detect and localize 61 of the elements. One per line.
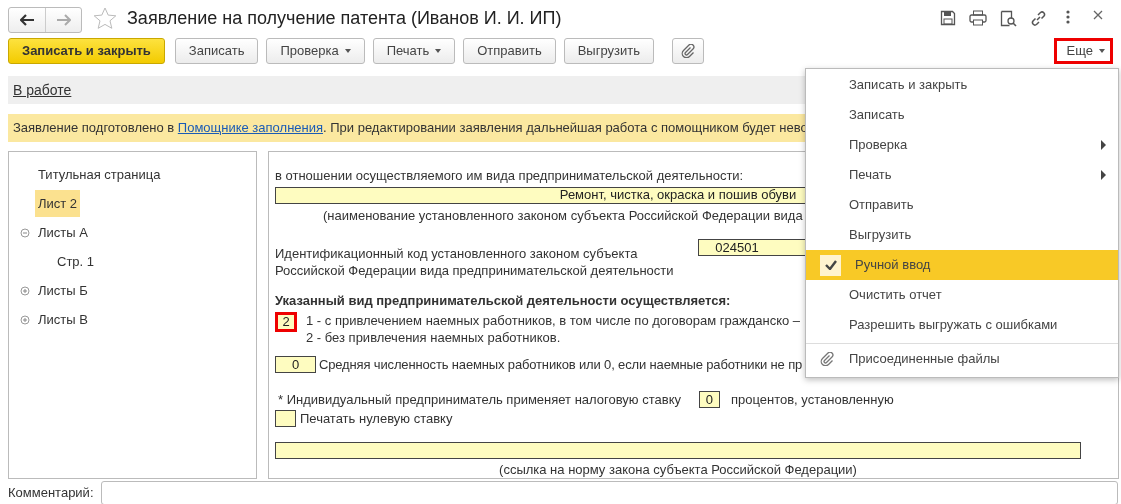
caret-icon [1099, 49, 1105, 53]
checkbox-label: Печатать нулевую ставку [300, 409, 453, 428]
tree-item[interactable]: Стр. 1 [54, 247, 98, 276]
menu-item[interactable]: Записать [806, 100, 1118, 130]
check-glyph-icon [824, 260, 837, 270]
menu-item[interactable]: Выгрузить [806, 220, 1118, 250]
comment-label: Комментарий: [8, 484, 94, 503]
link-icon[interactable] [1029, 9, 1047, 27]
submenu-arrow-icon [1101, 140, 1106, 150]
tree-item[interactable]: Титульная страница [35, 160, 164, 189]
printer-icon[interactable] [969, 9, 987, 26]
star-icon[interactable] [93, 6, 117, 30]
mode-field[interactable]: 2 [275, 311, 297, 332]
employees-field[interactable]: 0 [275, 355, 316, 373]
status-link[interactable]: В работе [13, 79, 72, 101]
tree-item[interactable]: Листы Б [35, 276, 91, 305]
caret-icon [435, 49, 442, 53]
field-caption: (ссылка на норму закона субъекта Российской Федерации) [498, 461, 858, 478]
code-label: Идентификационный код установленного законом субъекта Российской Федерации вида предпринимательской деятельности [275, 245, 675, 279]
tree-item[interactable]: Листы В [35, 305, 91, 334]
submenu-arrow-icon [1101, 170, 1106, 180]
tree-item[interactable]: Лист 2 [35, 189, 81, 218]
law-reference-field[interactable] [275, 442, 1081, 459]
toolbar-button[interactable]: Отправить [463, 38, 556, 64]
menu-item[interactable]: Разрешить выгружать с ошибками [806, 310, 1118, 340]
attach-button[interactable] [672, 38, 704, 64]
menu-item[interactable]: Очистить отчет [806, 280, 1118, 310]
rate-field[interactable]: 0 [698, 391, 720, 409]
option-text: 2 - без привлечения наемных работников. [306, 328, 562, 346]
field-label: * Индивидуальный предприниматель применяет налоговую ставку [277, 391, 681, 409]
tree-item[interactable]: Листы А [35, 218, 91, 247]
save-icon[interactable] [940, 9, 956, 26]
preview-icon[interactable] [999, 9, 1017, 27]
dropdown-button[interactable]: Проверка [266, 38, 365, 64]
close-icon[interactable] [1093, 9, 1103, 20]
paperclip-icon [681, 44, 695, 58]
forward-arrow-icon [56, 14, 71, 26]
field-label: Средняя численность наемных работников или 0, если наемные работники не пр [319, 355, 803, 374]
section-heading: Указанный вид предпринимательской деятельности осуществляется: [275, 292, 731, 310]
menu-item[interactable]: Проверка [806, 130, 1118, 160]
toolbar-button[interactable]: Выгрузить [563, 38, 654, 64]
menu-item[interactable]: Записать и закрыть [806, 70, 1118, 100]
assistant-link[interactable]: Помощнике заполнения [177, 120, 323, 136]
menu-item[interactable]: Присоединенные файлы [806, 343, 1118, 373]
caret-icon [344, 49, 351, 53]
more-button[interactable]: Еще [1053, 38, 1113, 64]
menu-item[interactable]: Ручной ввод [806, 250, 1118, 280]
field-label: в отношении осуществляемого им вида предпринимательской деятельности: [275, 167, 744, 185]
option-text: 1 - с привлечением наемных работников, в том числе по договорам гражданско – [306, 311, 801, 329]
toolbar-button[interactable]: Записать [174, 38, 259, 64]
window-title: Заявление на получение патента (Иванов И. И. ИП) [127, 6, 562, 30]
comment-field[interactable] [100, 481, 1118, 504]
field-label: процентов, установленную [730, 391, 894, 409]
code-field[interactable]: 024501 [698, 239, 806, 256]
zero-rate-checkbox[interactable] [275, 409, 296, 427]
field-caption: (наименование установленного законом субъекта Российской Федерации вида [323, 206, 803, 225]
back-arrow-icon [20, 14, 34, 26]
dropdown-button[interactable]: Печать [372, 38, 456, 64]
save-and-close-button[interactable]: Записать и закрыть [8, 38, 165, 64]
more-icon[interactable] [1066, 9, 1070, 24]
paperclip-icon [820, 351, 834, 366]
